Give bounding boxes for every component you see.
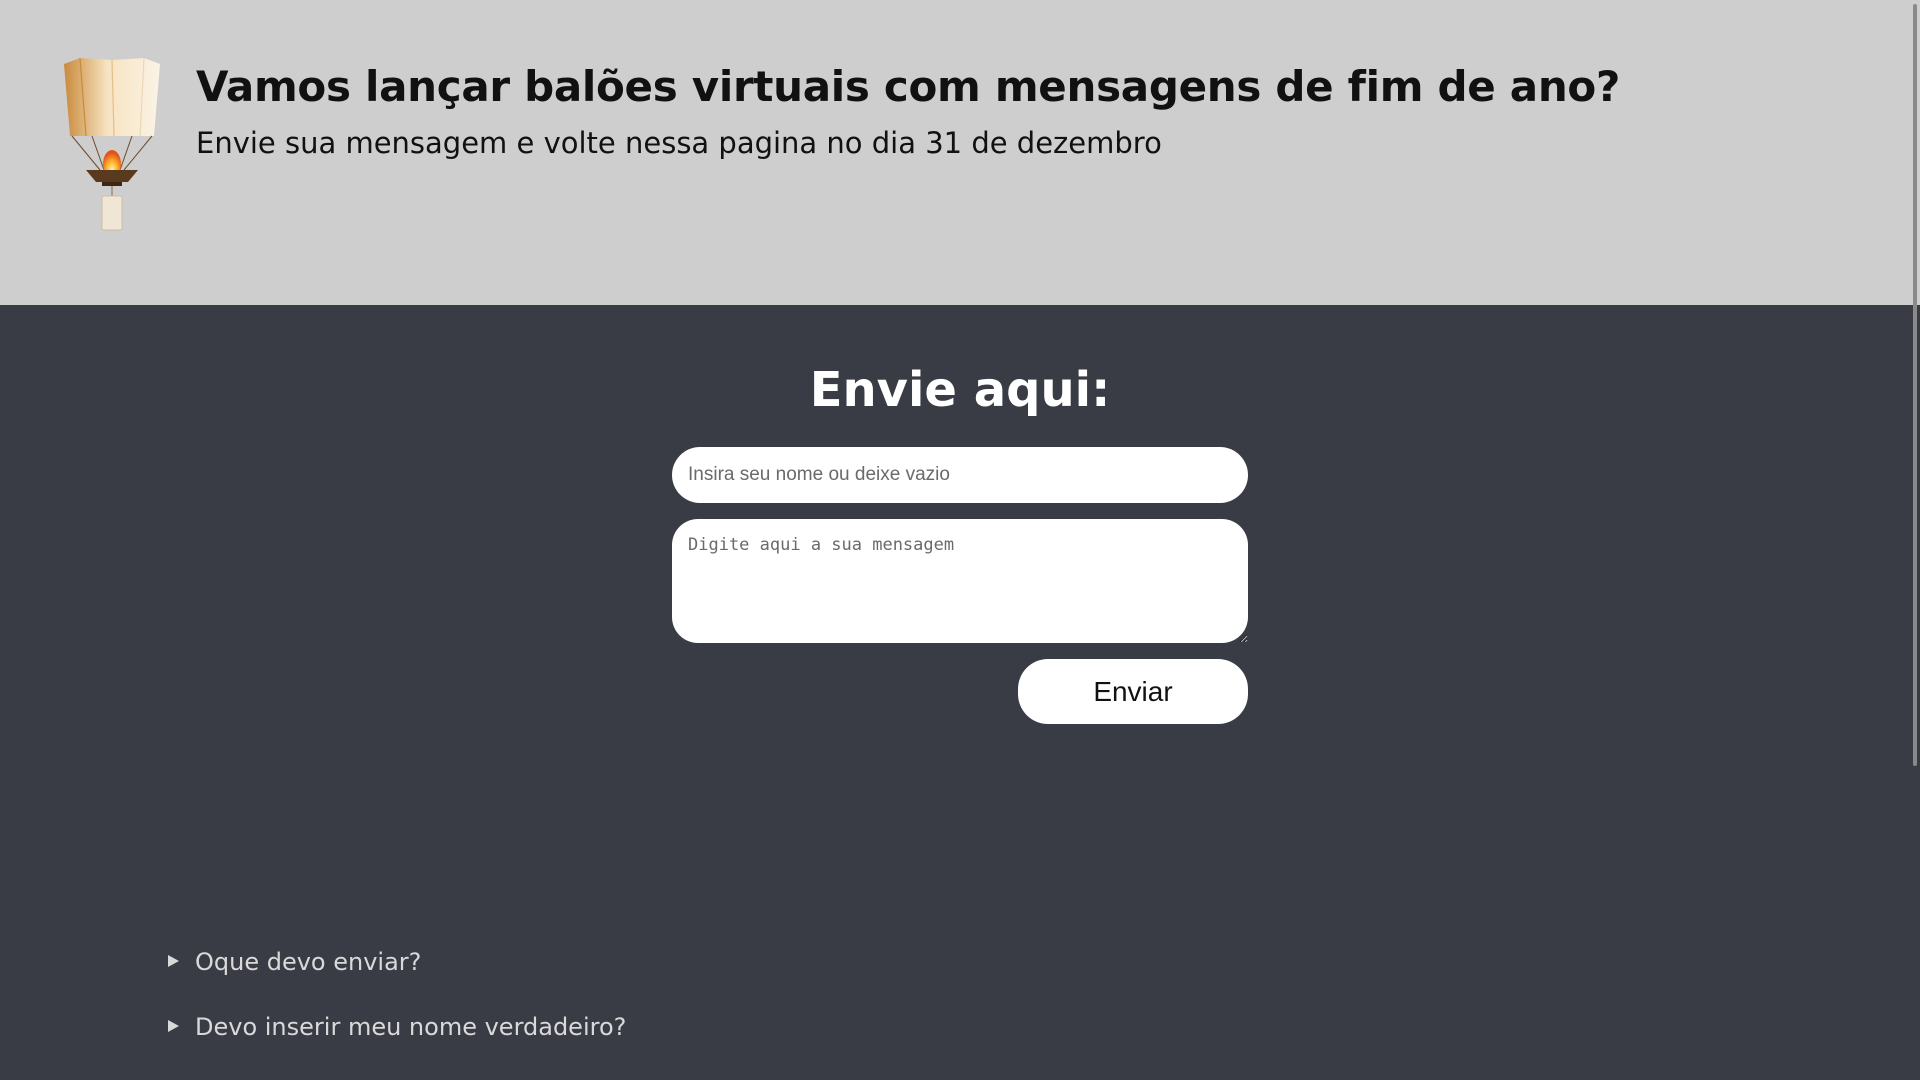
page: Vamos lançar balões virtuais com mensage…: [0, 0, 1920, 1080]
page-title: Vamos lançar balões virtuais com mensage…: [196, 62, 1621, 111]
faq-item-real-name[interactable]: Devo inserir meu nome verdadeiro?: [168, 1013, 626, 1041]
vertical-scrollbar[interactable]: [1911, 0, 1920, 1080]
name-input[interactable]: [672, 447, 1248, 503]
scrollbar-thumb[interactable]: [1913, 4, 1917, 766]
faq-item-what-to-send[interactable]: Oque devo enviar?: [168, 948, 421, 976]
form-heading: Envie aqui:: [809, 362, 1111, 418]
message-textarea[interactable]: [672, 519, 1248, 643]
disclosure-triangle-icon: [168, 1020, 179, 1032]
send-button[interactable]: Enviar: [1018, 659, 1248, 724]
disclosure-triangle-icon: [168, 955, 179, 967]
faq-question: Oque devo enviar?: [195, 948, 422, 976]
sky-lantern-icon: [64, 58, 160, 231]
page-subtitle: Envie sua mensagem e volte nessa pagina …: [196, 126, 1162, 160]
faq-question: Devo inserir meu nome verdadeiro?: [195, 1013, 627, 1041]
header: Vamos lançar balões virtuais com mensage…: [0, 0, 1920, 305]
